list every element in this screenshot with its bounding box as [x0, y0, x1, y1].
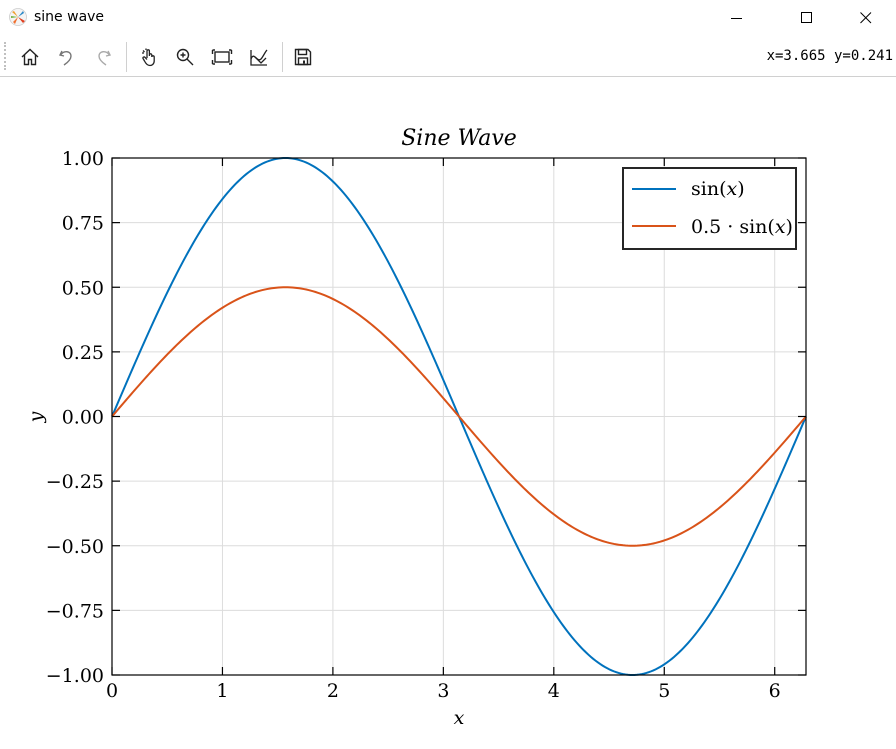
home-icon	[21, 48, 39, 66]
forward-button[interactable]	[88, 42, 118, 72]
chart-title: Sine Wave	[401, 126, 517, 151]
maximize-icon	[801, 12, 812, 23]
chart-canvas[interactable]: 0 1 2 3 4 5 6 −1.00 −0.75 −0.50 −0.25 0.00 0.25 0.50…	[0, 77, 896, 749]
x-tick-label: 2	[327, 680, 339, 702]
window-title: sine wave	[34, 9, 105, 25]
y-tick-label: 0.50	[62, 277, 104, 299]
redo-arrow-icon	[98, 50, 112, 66]
maximize-button[interactable]	[784, 0, 830, 36]
legend[interactable]: sin(x) 0.5 · sin(x)	[622, 167, 797, 250]
y-tick-label: 0.25	[62, 342, 104, 364]
toolbar-separator	[282, 42, 283, 72]
save-button[interactable]	[288, 42, 318, 72]
close-icon	[860, 12, 872, 24]
y-tick-label: −0.75	[46, 600, 104, 622]
y-tick-label: −1.00	[46, 665, 104, 687]
y-axis-label: y	[25, 411, 47, 423]
x-tick-label: 6	[769, 680, 781, 702]
x-tick-label: 3	[437, 680, 449, 702]
back-button[interactable]	[52, 42, 82, 72]
close-button[interactable]	[843, 0, 889, 36]
subplots-icon	[211, 49, 233, 65]
matplotlib-logo-icon	[9, 8, 27, 26]
pan-button[interactable]	[134, 42, 164, 72]
window-titlebar: sine wave	[0, 0, 896, 36]
axes-customize-icon	[250, 49, 268, 66]
y-tick-label: 1.00	[62, 148, 104, 170]
legend-label-sin: sin(x)	[691, 178, 745, 200]
y-tick-labels: −1.00 −0.75 −0.50 −0.25 0.00 0.25 0.50 0.75 1.00	[46, 148, 104, 687]
x-axis-label: x	[454, 707, 465, 729]
pan-hand-icon	[142, 48, 155, 67]
cursor-coordinates-readout: x=3.665 y=0.241	[766, 48, 893, 64]
zoom-magnifier-icon	[176, 48, 194, 66]
save-disk-icon	[294, 48, 312, 66]
home-button[interactable]	[15, 42, 45, 72]
toolbar-grip-handle[interactable]	[4, 42, 8, 70]
subplots-button[interactable]	[207, 42, 237, 72]
y-tick-label: −0.25	[46, 471, 104, 493]
x-tick-label: 1	[216, 680, 228, 702]
x-tick-label: 4	[548, 680, 560, 702]
toolbar-separator	[126, 42, 127, 72]
legend-label-half-sin: 0.5 · sin(x)	[691, 216, 793, 238]
zoom-button[interactable]	[170, 42, 200, 72]
x-tick-labels: 0 1 2 3 4 5 6	[106, 680, 781, 702]
customize-axes-button[interactable]	[244, 42, 274, 72]
x-tick-label: 0	[106, 680, 118, 702]
y-tick-label: 0.75	[62, 213, 104, 235]
undo-arrow-icon	[58, 50, 72, 66]
y-tick-label: −0.50	[46, 536, 104, 558]
minimize-icon	[731, 18, 742, 19]
y-tick-label: 0.00	[62, 407, 104, 429]
x-tick-label: 5	[658, 680, 670, 702]
minimize-button[interactable]	[714, 0, 760, 36]
